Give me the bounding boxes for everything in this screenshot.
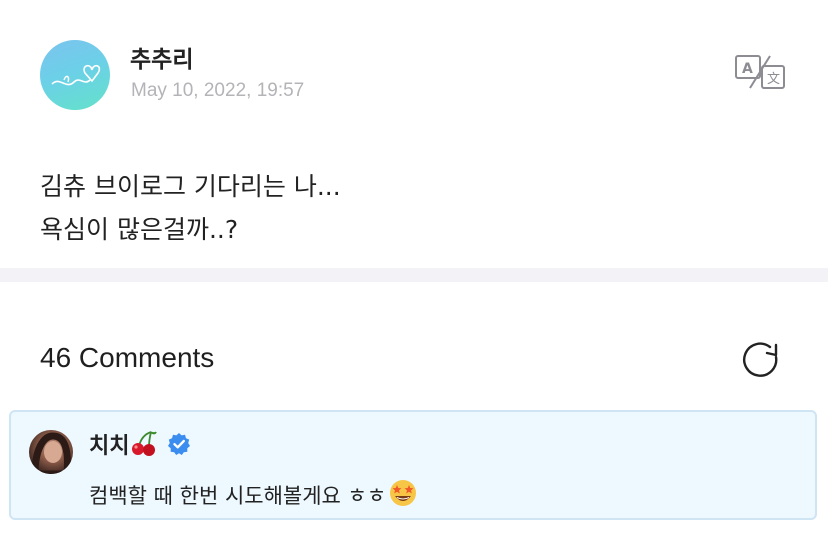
star-struck-icon — [388, 478, 418, 513]
translate-icon: A 文 — [735, 55, 785, 89]
comment-text-body: 컴백할 때 한번 시도해볼게요 ㅎㅎ — [89, 484, 387, 508]
commenter-avatar[interactable] — [29, 430, 73, 474]
translate-button[interactable]: A 文 — [734, 54, 786, 90]
commenter-name[interactable]: 치치 — [89, 428, 191, 462]
comment-text: 컴백할 때 한번 시도해볼게요 ㅎㅎ — [89, 478, 418, 513]
svg-text:文: 文 — [767, 72, 780, 87]
author-name[interactable]: 추추리 — [130, 40, 193, 74]
post-header: 추추리 May 10, 2022, 19:57 A 文 — [0, 0, 828, 130]
section-divider — [0, 268, 828, 282]
post-date: May 10, 2022, 19:57 — [131, 80, 305, 101]
heart-doodle-icon — [51, 64, 101, 86]
post-body-line: 김츄 브이로그 기다리는 나... — [40, 172, 341, 201]
comment-item[interactable]: 치치 컴백할 때 한번 시도해볼게요 ㅎㅎ — [9, 410, 817, 520]
svg-text:A: A — [742, 61, 753, 77]
post-body: 김츄 브이로그 기다리는 나... 욕심이 많은걸까..? — [40, 165, 341, 251]
cherry-icon — [131, 430, 158, 462]
comments-count-title: 46 Comments — [40, 342, 215, 373]
post-body-line: 욕심이 많은걸까..? — [40, 215, 239, 244]
avatar-photo — [31, 432, 71, 474]
refresh-button[interactable] — [740, 339, 782, 381]
refresh-icon — [743, 342, 778, 377]
author-avatar[interactable] — [40, 40, 110, 110]
verified-check-icon — [167, 432, 191, 462]
commenter-name-text: 치치 — [89, 434, 130, 459]
